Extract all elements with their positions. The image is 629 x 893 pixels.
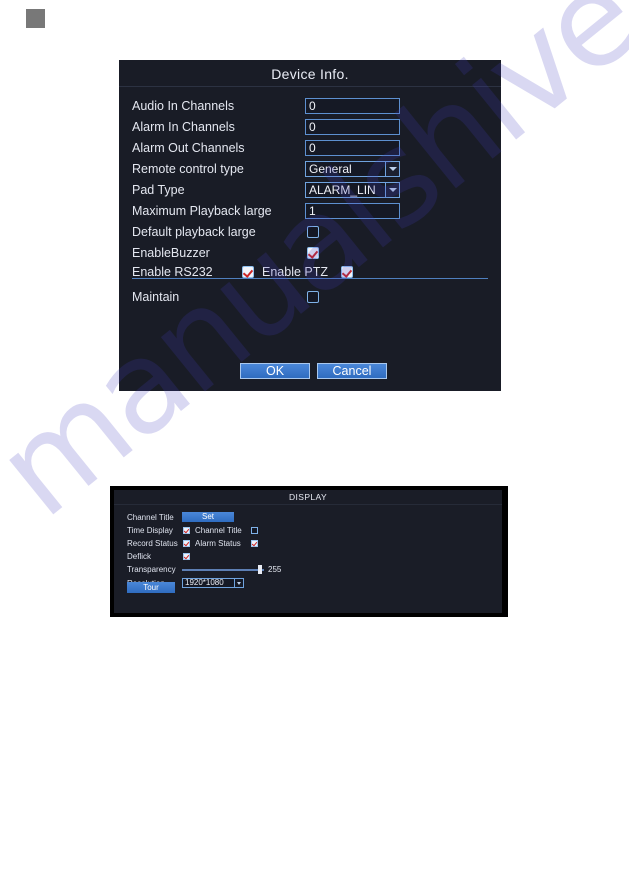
set-button[interactable]: Set <box>182 512 234 522</box>
checkbox-deflick[interactable] <box>183 553 190 560</box>
row-transparency: Transparency 255 <box>127 564 327 576</box>
label-maintain: Maintain <box>132 290 180 304</box>
input-alarm-out-channels[interactable]: 0 <box>305 140 400 156</box>
checkbox-enable-buzzer[interactable] <box>307 247 319 259</box>
row-record-status: Record Status Alarm Status <box>127 538 327 550</box>
label-maximum-playback-large: Maximum Playback large <box>132 204 272 218</box>
checkbox-alarm-status[interactable] <box>251 540 258 547</box>
label-alarm-status: Alarm Status <box>195 539 241 548</box>
checkbox-enable-ptz[interactable] <box>341 266 353 278</box>
row-alarm-out-channels: Alarm Out Channels 0 <box>132 140 488 161</box>
label-alarm-in-channels: Alarm In Channels <box>132 120 235 134</box>
row-alarm-in-channels: Alarm In Channels 0 <box>132 119 488 140</box>
label-default-playback-large: Default playback large <box>132 225 256 239</box>
maintain-divider <box>132 278 488 279</box>
row-deflick: Deflick <box>127 551 327 563</box>
display-title: DISPLAY <box>288 492 328 502</box>
ok-button[interactable]: OK <box>240 363 310 379</box>
tour-button[interactable]: Tour <box>127 582 175 593</box>
select-pad-type-value: ALARM_LIN <box>309 183 376 197</box>
select-pad-type[interactable]: ALARM_LIN <box>305 182 400 198</box>
row-time-display: Time Display Channel Title <box>127 525 327 537</box>
row-default-playback-large: Default playback large <box>132 224 488 245</box>
transparency-slider-handle[interactable] <box>258 565 262 574</box>
label-pad-type: Pad Type <box>132 183 185 197</box>
title-divider <box>119 86 501 87</box>
label-record-status: Record Status <box>127 539 178 548</box>
row-remote-control-type: Remote control type General <box>132 161 488 182</box>
row-audio-in-channels: Audio In Channels 0 <box>132 98 488 119</box>
select-remote-control-type-value: General <box>309 162 352 176</box>
label-channel-title-overlay: Channel Title <box>195 526 242 535</box>
row-enable-buzzer: EnableBuzzer <box>132 245 488 266</box>
select-resolution[interactable]: 1920*1080 <box>182 578 244 588</box>
transparency-value: 255 <box>268 565 282 574</box>
label-alarm-out-channels: Alarm Out Channels <box>132 141 245 155</box>
chevron-down-icon[interactable] <box>385 162 399 176</box>
device-info-dialog: Device Info. Audio In Channels 0 Alarm I… <box>119 60 501 391</box>
device-info-title: Device Info. <box>271 66 349 82</box>
row-enable-rs232-ptz: Enable RS232 Enable PTZ <box>132 264 488 285</box>
transparency-slider-track[interactable] <box>182 569 264 571</box>
label-time-display: Time Display <box>127 526 173 535</box>
checkbox-record-status[interactable] <box>183 540 190 547</box>
checkbox-default-playback-large[interactable] <box>307 226 319 238</box>
checkbox-time-display[interactable] <box>183 527 190 534</box>
display-dialog-inner: DISPLAY Channel Title Set Time Display C… <box>114 490 502 613</box>
input-alarm-in-channels[interactable]: 0 <box>305 119 400 135</box>
chevron-down-icon[interactable] <box>234 579 243 587</box>
row-pad-type: Pad Type ALARM_LIN <box>132 182 488 203</box>
label-deflick: Deflick <box>127 552 152 561</box>
label-enable-ptz: Enable PTZ <box>262 265 329 279</box>
corner-color-swatch <box>26 9 45 28</box>
input-maximum-playback-large[interactable]: 1 <box>305 203 400 219</box>
checkbox-enable-rs232[interactable] <box>242 266 254 278</box>
checkbox-channel-title-overlay[interactable] <box>251 527 258 534</box>
label-enable-rs232: Enable RS232 <box>132 265 213 279</box>
display-dialog: DISPLAY Channel Title Set Time Display C… <box>110 486 508 617</box>
label-remote-control-type: Remote control type <box>132 162 244 176</box>
row-maintain: Maintain <box>132 289 488 310</box>
select-remote-control-type[interactable]: General <box>305 161 400 177</box>
label-audio-in-channels: Audio In Channels <box>132 99 235 113</box>
input-audio-in-channels[interactable]: 0 <box>305 98 400 114</box>
row-maximum-playback-large: Maximum Playback large 1 <box>132 203 488 224</box>
row-channel-title: Channel Title Set <box>127 512 327 524</box>
label-enable-buzzer: EnableBuzzer <box>132 246 210 260</box>
label-channel-title: Channel Title <box>127 513 174 522</box>
checkbox-maintain[interactable] <box>307 291 319 303</box>
display-title-divider <box>114 504 502 505</box>
select-resolution-value: 1920*1080 <box>185 578 224 587</box>
cancel-button[interactable]: Cancel <box>317 363 387 379</box>
label-transparency: Transparency <box>127 565 176 574</box>
chevron-down-icon[interactable] <box>385 183 399 197</box>
